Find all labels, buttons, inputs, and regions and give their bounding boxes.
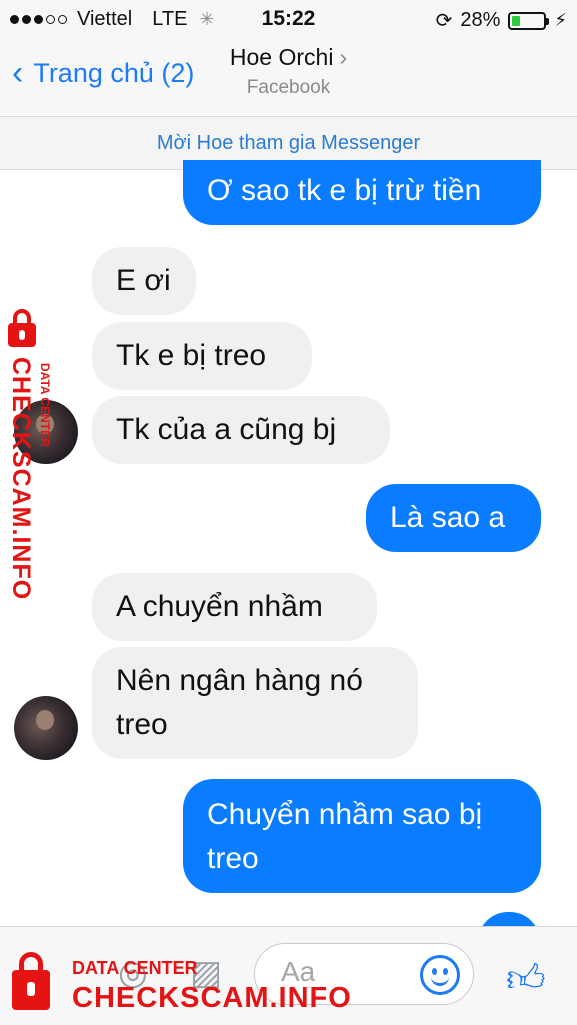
rotation-lock-icon: ⟳ (435, 10, 453, 32)
watermark-big-text: CHECKSCAM.INFO (72, 982, 352, 1014)
watermark-side: CHECKSCAM.INFO DATA CENTER (4, 305, 60, 600)
nav-bar: ‹ Trang chủ (2) Hoe Orchi › Facebook (0, 38, 577, 117)
contact-avatar[interactable] (14, 696, 78, 760)
incoming-message: A chuyển nhầm (92, 573, 377, 641)
like-icon[interactable]: 👍︎ (506, 957, 546, 1002)
battery-info: ⟳ 28% ⚡ (436, 8, 567, 33)
contact-name: Hoe Orchi (229, 44, 334, 70)
outgoing-message: Chuyển nhầm sao bị treo (183, 779, 541, 893)
watermark-small-text: DATA CENTER (72, 958, 198, 978)
outgoing-message: Là sao a (366, 484, 541, 552)
outgoing-message: Ơ sao tk e bị trừ tiền (183, 160, 541, 225)
battery-percent: 28% (460, 9, 501, 31)
chevron-right-icon: › (339, 44, 348, 70)
incoming-message: Tk của a cũng bj (92, 396, 390, 464)
battery-icon (508, 11, 550, 30)
watermark-big-text: CHECKSCAM.INFO (7, 357, 35, 601)
emoji-icon[interactable] (420, 955, 460, 995)
watermark-small-text: DATA CENTER (38, 363, 52, 447)
contact-source: Facebook (246, 77, 331, 98)
status-bar: Viettel LTE ✳ 15:22 ⟳ 28% ⚡ (0, 0, 577, 38)
incoming-message: Tk e bị treo (92, 322, 312, 390)
incoming-message: E ơi (92, 247, 196, 315)
incoming-message: Nên ngân hàng nó treo (92, 647, 418, 759)
lock-icon (8, 309, 36, 347)
lock-icon (12, 952, 50, 1010)
watermark-bottom: DATA CENTER CHECKSCAM.INFO (6, 944, 351, 1022)
contact-header[interactable]: Hoe Orchi › Facebook (0, 44, 577, 99)
charging-icon: ⚡ (554, 10, 567, 30)
